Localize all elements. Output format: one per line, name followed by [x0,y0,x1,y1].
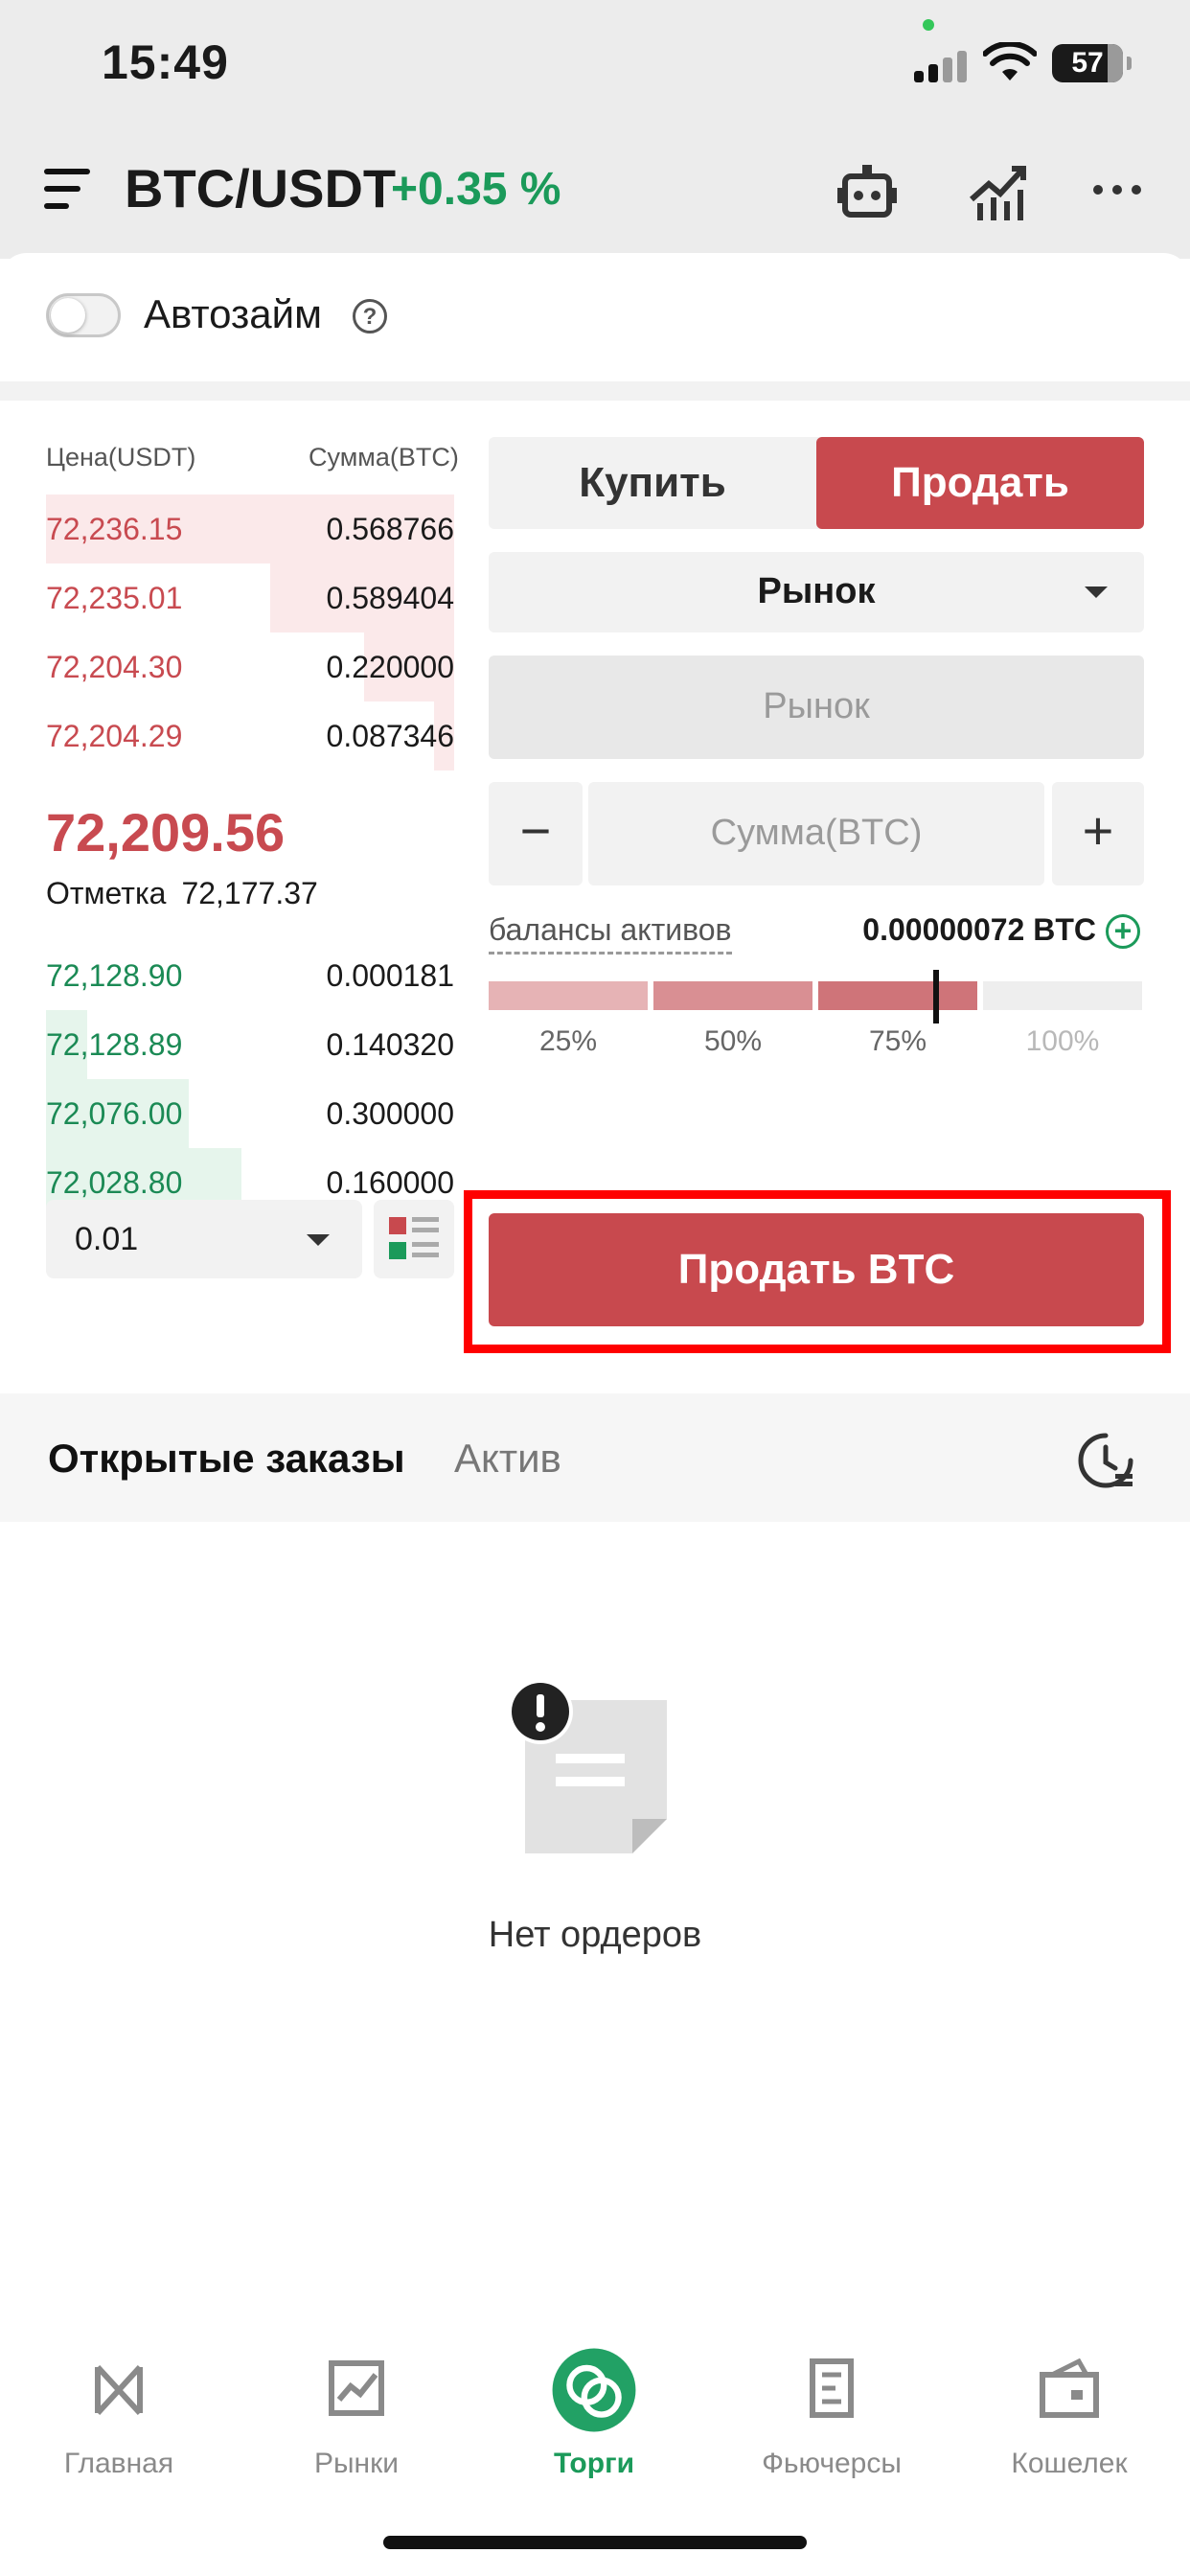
orderbook-amount: 0.087346 [326,719,454,753]
orderbook-row[interactable]: 72,204.30 0.220000 [46,632,454,702]
mark-label: Отметка [46,876,167,910]
chevron-down-icon [307,1234,330,1246]
home-logo-icon [95,2364,143,2416]
help-icon[interactable]: ? [353,299,387,334]
orderbook-amount: 0.220000 [326,650,454,684]
orderbook-price: 72,128.90 [46,958,183,993]
orderbook-price: 72,028.80 [46,1165,183,1200]
autoloan-toggle[interactable] [46,293,121,337]
tab-sell[interactable]: Продать [816,437,1144,529]
wifi-icon [983,42,1037,80]
orderbook-row[interactable]: 72,204.29 0.087346 [46,702,454,770]
orderbook-row[interactable]: 72,128.90 0.000181 [46,941,454,1010]
price-input[interactable]: Рынок [489,656,1144,759]
sell-btc-button[interactable]: Продать BTC [489,1213,1144,1326]
amount-increase-button[interactable]: + [1052,782,1144,886]
wallet-icon [1040,2358,1099,2418]
percent-mark[interactable]: 100% [983,1025,1142,1058]
balance-value: 0.00000072 BTC [862,912,1096,947]
orderbook-amount: 0.160000 [326,1165,454,1200]
minus-icon: − [519,800,552,861]
orderbook-view-icon[interactable] [374,1200,454,1278]
slider-segment[interactable] [983,981,1142,1010]
orderbook-price: 72,236.15 [46,512,183,546]
empty-orders-text: Нет ордеров [488,1915,702,1955]
slider-handle[interactable] [933,970,939,1024]
percent-mark[interactable]: 25% [489,1025,648,1058]
privacy-indicator-dot [923,19,934,31]
orderbook-price: 72,128.89 [46,1027,183,1062]
balance-label[interactable]: балансы активов [489,912,732,954]
order-type-select[interactable]: Рынок [489,552,1144,632]
orderbook-row[interactable]: 72,128.89 0.140320 [46,1010,454,1079]
pair-title[interactable]: BTC/USDT [125,157,396,219]
orderbook-amount: 0.140320 [326,1027,454,1062]
tab-assets[interactable]: Актив [454,1436,561,1482]
orderbook-amount: 0.300000 [326,1096,454,1131]
section-separator [0,381,1190,401]
empty-document-icon [508,1679,667,1853]
price-placeholder: Рынок [763,686,870,726]
toggle-knob [51,298,85,333]
menu-icon[interactable] [44,169,90,211]
chevron-down-icon [1085,586,1108,598]
tab-open-orders[interactable]: Открытые заказы [48,1436,405,1482]
orderbook-price: 72,235.01 [46,581,183,615]
add-balance-icon[interactable]: + [1106,914,1140,949]
trade-icon [552,2348,636,2432]
slider-segment[interactable] [818,981,977,1010]
battery-level: 57 [1071,47,1104,79]
futures-icon [810,2358,854,2418]
orderbook-price: 72,204.30 [46,650,183,684]
orderbook-price: 72,076.00 [46,1096,183,1131]
plus-icon: + [1082,800,1114,861]
orderbook-amount: 0.000181 [326,958,454,993]
order-type-value: Рынок [757,571,876,611]
mark-price-row: Отметка 72,177.37 [46,876,333,911]
chart-icon[interactable] [968,161,1031,224]
orderbook-amount: 0.568766 [326,512,454,546]
nav-markets[interactable]: Рынки [238,2354,475,2488]
mark-price: 72,177.37 [181,876,318,910]
slider-segment[interactable] [489,981,648,1010]
orderbook-amount: 0.589404 [326,581,454,615]
percent-mark[interactable]: 50% [653,1025,812,1058]
percent-mark[interactable]: 75% [818,1025,977,1058]
nav-trade[interactable]: Торги [475,2348,713,2488]
nav-label: Фьючерсы [762,2448,902,2479]
battery-icon: 57 [1052,44,1132,82]
price-column-header: Цена(USDT) [46,443,196,472]
pair-change: +0.35 % [391,164,561,215]
nav-futures[interactable]: Фьючерсы [713,2354,950,2488]
nav-label: Кошелек [1011,2448,1128,2479]
last-price[interactable]: 72,209.56 [46,801,285,863]
amount-input[interactable]: Сумма(BTC) [588,782,1044,886]
cellular-signal-icon [914,50,970,82]
trading-bot-icon[interactable] [835,161,899,224]
tab-buy[interactable]: Купить [489,437,816,529]
status-time: 15:49 [102,35,229,89]
nav-wallet[interactable]: Кошелек [950,2354,1188,2488]
orderbook-row[interactable]: 72,235.01 0.589404 [46,564,454,632]
nav-label: Торги [553,2448,635,2479]
orderbook-row[interactable]: 72,236.15 0.568766 [46,494,454,564]
nav-home[interactable]: Главная [0,2354,238,2488]
orderbook-price: 72,204.29 [46,719,183,753]
amount-column-header: Сумма(BTC) [309,443,459,472]
order-history-icon[interactable] [1077,1432,1134,1489]
side-tabs: Купить Продать [489,437,1144,529]
amount-placeholder: Сумма(BTC) [710,813,923,853]
markets-icon [329,2360,384,2416]
orderbook-row[interactable]: 72,076.00 0.300000 [46,1079,454,1148]
price-step-select[interactable]: 0.01 [46,1200,362,1278]
nav-label: Рынки [313,2448,400,2479]
more-icon[interactable] [1088,161,1152,224]
amount-decrease-button[interactable]: − [489,782,583,886]
autoloan-label: Автозайм [144,291,323,336]
nav-label: Главная [63,2448,174,2479]
price-step-value: 0.01 [75,1221,139,1257]
slider-segment[interactable] [653,981,812,1010]
home-indicator [383,2536,807,2549]
